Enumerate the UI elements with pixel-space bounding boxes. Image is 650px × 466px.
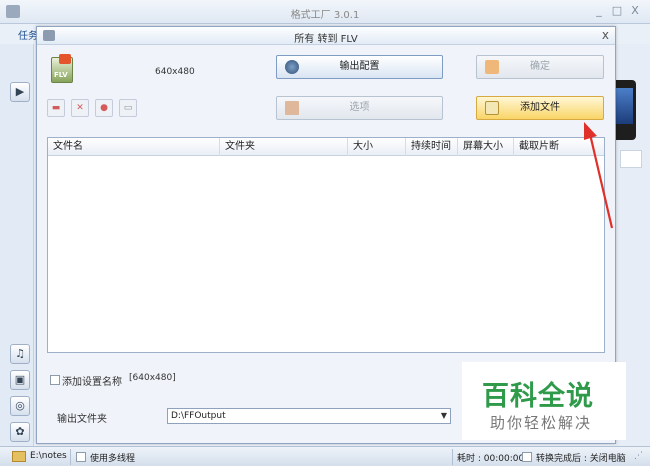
annotation-arrow-icon [584, 122, 614, 229]
